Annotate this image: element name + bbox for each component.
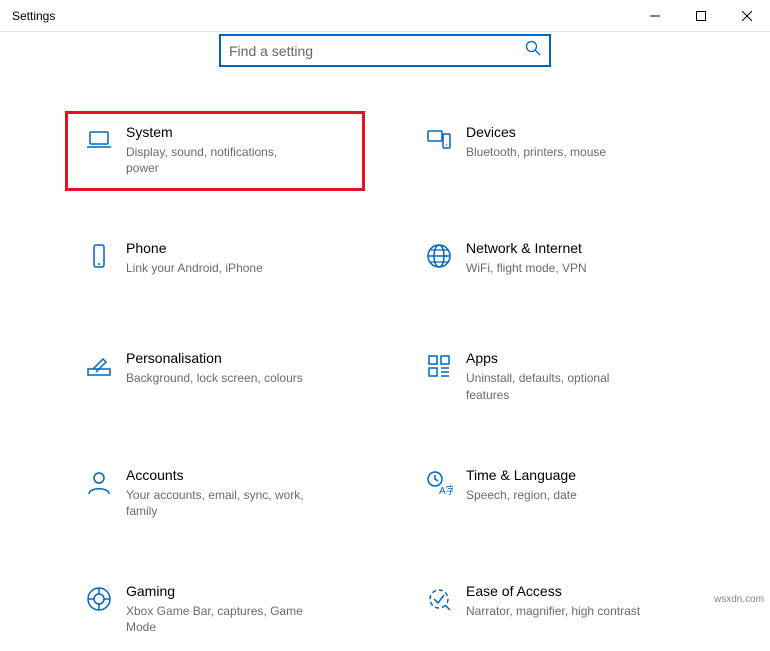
card-description: WiFi, flight mode, VPN	[466, 260, 646, 276]
settings-card-apps[interactable]: Apps Uninstall, defaults, optional featur…	[405, 337, 705, 417]
settings-card-gaming[interactable]: Gaming Xbox Game Bar, captures, Game Mode	[65, 570, 365, 650]
card-title: System	[126, 124, 350, 140]
card-description: Link your Android, iPhone	[126, 260, 306, 276]
maximize-button[interactable]	[678, 0, 724, 31]
card-title: Apps	[466, 350, 690, 366]
settings-card-accounts[interactable]: Accounts Your accounts, email, sync, work…	[65, 454, 365, 534]
settings-card-personalisation[interactable]: Personalisation Background, lock screen, …	[65, 337, 365, 417]
card-description: Speech, region, date	[466, 487, 646, 503]
card-description: Narrator, magnifier, high contrast	[466, 603, 646, 619]
time-lang-icon	[420, 467, 458, 497]
watermark: wsxdn.com	[714, 594, 764, 605]
card-title: Gaming	[126, 583, 350, 599]
card-description: Bluetooth, printers, mouse	[466, 144, 646, 160]
card-title: Ease of Access	[466, 583, 690, 599]
settings-card-phone[interactable]: Phone Link your Android, iPhone	[65, 227, 365, 301]
search-icon	[525, 40, 541, 61]
card-title: Phone	[126, 240, 350, 256]
settings-card-time-language[interactable]: Time & Language Speech, region, date	[405, 454, 705, 534]
card-description: Display, sound, notifications, power	[126, 144, 306, 176]
close-button[interactable]	[724, 0, 770, 31]
window-title: Settings	[12, 9, 55, 23]
settings-grid: System Display, sound, notifications, pow…	[65, 111, 705, 651]
card-description: Your accounts, email, sync, work, family	[126, 487, 306, 519]
minimize-button[interactable]	[632, 0, 678, 31]
card-description: Background, lock screen, colours	[126, 370, 306, 386]
window-controls	[632, 0, 770, 31]
card-title: Network & Internet	[466, 240, 690, 256]
apps-icon	[420, 350, 458, 380]
search-box[interactable]	[219, 34, 551, 67]
settings-card-devices[interactable]: Devices Bluetooth, printers, mouse	[405, 111, 705, 191]
person-icon	[80, 467, 118, 497]
card-title: Accounts	[126, 467, 350, 483]
devices-icon	[420, 124, 458, 154]
settings-card-ease-of-access[interactable]: Ease of Access Narrator, magnifier, high …	[405, 570, 705, 650]
phone-icon	[80, 240, 118, 270]
card-title: Personalisation	[126, 350, 350, 366]
settings-card-network-internet[interactable]: Network & Internet WiFi, flight mode, VPN	[405, 227, 705, 301]
card-description: Xbox Game Bar, captures, Game Mode	[126, 603, 306, 635]
card-title: Time & Language	[466, 467, 690, 483]
globe-icon	[420, 240, 458, 270]
search-input[interactable]	[229, 43, 525, 59]
settings-card-system[interactable]: System Display, sound, notifications, pow…	[65, 111, 365, 191]
laptop-icon	[80, 124, 118, 154]
pen-icon	[80, 350, 118, 380]
card-title: Devices	[466, 124, 690, 140]
titlebar: Settings	[0, 0, 770, 32]
card-description: Uninstall, defaults, optional features	[466, 370, 646, 402]
